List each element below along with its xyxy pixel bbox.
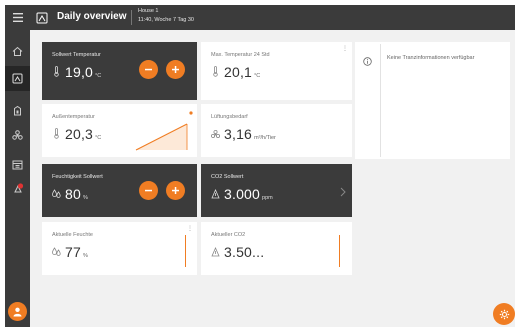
current-co2-value: 3.50... <box>224 244 265 260</box>
menu-button[interactable] <box>5 5 30 30</box>
card-label: Aktuelle Feuchte <box>52 232 93 238</box>
card-value: 77 % <box>52 244 88 260</box>
decrease-humidity-button[interactable] <box>139 181 158 200</box>
card-label: CO2 Sollwert <box>211 174 244 180</box>
card-value: 20,1 °C <box>211 64 260 80</box>
info-message: Keine Tranzinformationen verfügbar <box>387 55 475 61</box>
unit-label: ppm <box>262 195 273 201</box>
info-divider <box>380 44 381 157</box>
fan-icon <box>12 130 23 140</box>
outside-temperature-card[interactable]: Außentemperatur 20,3 °C <box>42 104 197 157</box>
sidebar-item-alarm[interactable] <box>5 176 30 201</box>
decrease-temperature-button[interactable] <box>139 60 158 79</box>
unit-label: °C <box>254 73 261 79</box>
sidebar <box>5 5 30 327</box>
sidebar-item-calendar[interactable] <box>5 152 30 177</box>
card-label: Aktueller CO2 <box>211 232 246 238</box>
chevron-right-icon[interactable] <box>340 184 346 202</box>
card-label: Außentemperatur <box>52 114 95 120</box>
max-temperature-value: 20,1 <box>224 64 253 80</box>
card-value: 20,3 °C <box>52 126 101 142</box>
co2-setpoint-card[interactable]: CO2 Sollwert 3.000 ppm <box>201 164 352 217</box>
user-avatar[interactable] <box>8 302 27 321</box>
info-icon <box>363 53 372 71</box>
card-label: Feuchtigkeit Sollwert <box>52 174 103 180</box>
current-co2-card[interactable]: Aktueller CO2 3.50... <box>201 222 352 275</box>
ventilation-demand-card[interactable]: Lüftungsbedarf 3,16 m³/h/Tier <box>201 104 352 157</box>
plus-icon <box>172 66 179 73</box>
day-time-label: 11:40, Woche 7 Tag 30 <box>138 17 194 23</box>
co2-icon <box>211 247 220 257</box>
current-humidity-value: 77 <box>65 244 81 260</box>
card-value: 3,16 m³/h/Tier <box>211 126 276 142</box>
card-label: Max. Temperatur 24 Std <box>211 52 270 58</box>
unit-label: % <box>82 195 88 201</box>
minus-icon <box>145 68 152 71</box>
card-value: 3.000 ppm <box>211 186 273 202</box>
menu-icon <box>12 13 23 22</box>
max-temperature-card[interactable]: Max. Temperatur 24 Std 20,1 °C ⋮ <box>201 42 352 100</box>
current-humidity-card[interactable]: Aktuelle Feuchte 77 % ⋮ <box>42 222 197 275</box>
co2-trend-line <box>339 235 340 267</box>
ventilation-demand-value: 3,16 <box>224 126 253 142</box>
card-value: 80 % <box>52 186 88 202</box>
info-panel: Keine Tranzinformationen verfügbar <box>355 42 510 159</box>
dashboard-icon <box>36 11 48 29</box>
humidity-setpoint-value: 80 <box>65 186 81 202</box>
card-label: Sollwert Temperatur <box>52 52 101 58</box>
humidity-icon <box>52 247 61 257</box>
co2-icon <box>211 189 220 199</box>
unit-label: °C <box>95 135 102 141</box>
alarm-icon <box>13 182 23 192</box>
unit-label: °C <box>95 73 102 79</box>
unit-label: m³/h/Tier <box>254 135 276 141</box>
gear-icon <box>499 309 509 319</box>
card-value: 3.50... <box>211 244 264 260</box>
card-label: Lüftungsbedarf <box>211 114 248 120</box>
humidity-icon <box>52 189 61 199</box>
sidebar-item-home[interactable] <box>5 39 30 64</box>
calendar-icon <box>12 160 23 170</box>
dashboard-icon <box>12 73 23 84</box>
sidebar-item-silo[interactable] <box>5 98 30 123</box>
sidebar-item-dashboard[interactable] <box>5 66 30 91</box>
more-options-icon[interactable]: ⋮ <box>342 46 348 52</box>
app-frame: Daily overview House 1 11:40, Woche 7 Ta… <box>5 5 515 327</box>
thermometer-icon <box>211 66 220 77</box>
plus-icon <box>172 187 179 194</box>
card-value: 19,0 °C <box>52 64 101 80</box>
fan-icon <box>211 130 220 139</box>
increase-humidity-button[interactable] <box>166 181 185 200</box>
co2-setpoint-value: 3.000 <box>224 186 261 202</box>
top-bar: Daily overview House 1 11:40, Woche 7 Ta… <box>30 5 515 30</box>
home-icon <box>12 46 23 56</box>
thermometer-icon <box>52 128 61 139</box>
silo-icon <box>14 105 21 116</box>
page-title: Daily overview <box>57 11 127 22</box>
humidity-setpoint-card[interactable]: Feuchtigkeit Sollwert 80 % <box>42 164 197 217</box>
temperature-trend-sparkline <box>135 111 193 151</box>
unit-label: % <box>82 253 88 259</box>
temperature-setpoint-value: 19,0 <box>65 64 94 80</box>
more-options-icon[interactable]: ⋮ <box>187 226 193 232</box>
outside-temperature-value: 20,3 <box>65 126 94 142</box>
increase-temperature-button[interactable] <box>166 60 185 79</box>
header-divider <box>131 10 132 25</box>
settings-fab[interactable] <box>493 303 515 325</box>
sidebar-item-fan[interactable] <box>5 123 30 148</box>
house-label[interactable]: House 1 <box>138 8 159 14</box>
minus-icon <box>145 189 152 192</box>
avatar-icon <box>13 307 22 317</box>
humidity-trend-line <box>185 235 186 267</box>
temperature-setpoint-card[interactable]: Sollwert Temperatur 19,0 °C <box>42 42 197 100</box>
thermometer-icon <box>52 66 61 77</box>
